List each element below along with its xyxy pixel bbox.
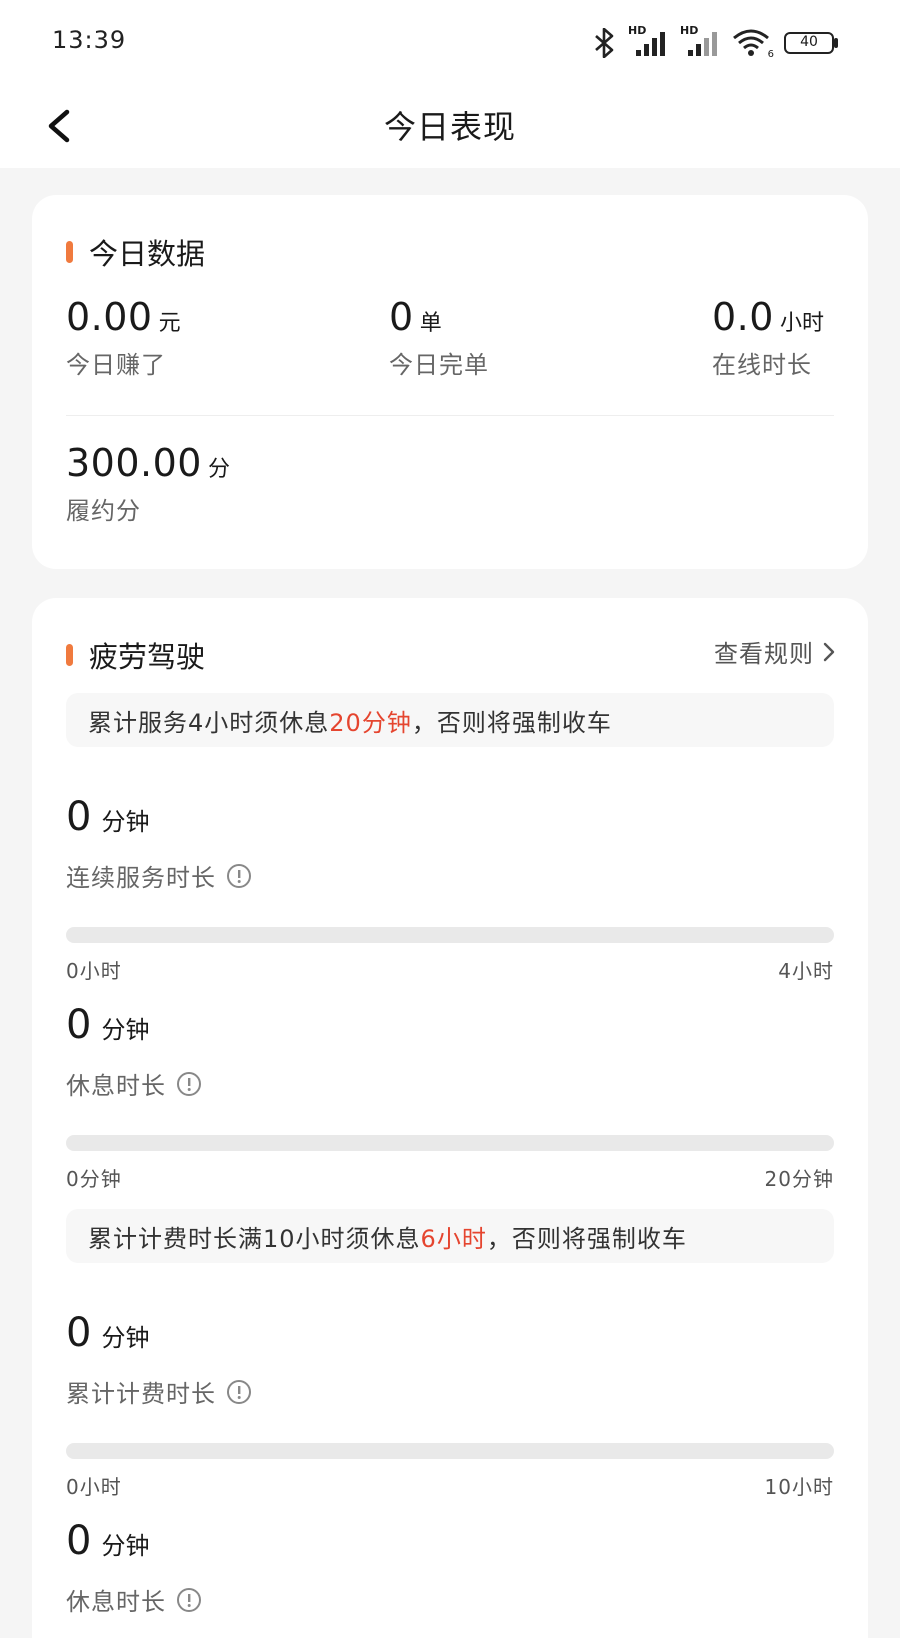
view-rules-link[interactable]: 查看规则 (714, 634, 836, 669)
progress-bar (66, 1135, 834, 1151)
scale-min: 0小时 (66, 959, 122, 983)
today-data-card: 今日数据 0.00 元 今日赚了 0单 今日完单 0.0 小时 在线时长 300.0… (32, 195, 868, 569)
metric-value: 0 (66, 1310, 92, 1356)
stat-orders: 0单 今日完单 (389, 295, 489, 380)
metric-rest-time: 0 分钟 休息时长 0分钟 20分钟 (66, 1002, 834, 1192)
stat-unit: 元 (158, 311, 181, 336)
stat-online: 0.0 小时 在线时长 (712, 295, 824, 380)
stat-unit: 小时 (779, 311, 824, 336)
status-time: 13:39 (52, 26, 127, 54)
info-icon[interactable] (176, 1071, 202, 1097)
fatigue-header: 疲劳驾驶 (66, 634, 205, 676)
metric-value: 0 (66, 1002, 92, 1048)
signal-icon-1: HD (628, 24, 670, 58)
metric-label: 连续服务时长 (66, 864, 216, 892)
metric-label: 休息时长 (66, 1072, 166, 1100)
notice-text: 累计计费时长满10小时须休息 (88, 1224, 421, 1253)
page-title: 今日表现 (383, 108, 516, 146)
metric-value: 0 (66, 794, 92, 840)
accent-bar (66, 644, 73, 666)
wifi-icon: 6 (732, 28, 774, 60)
nav-bar: 今日表现 (0, 84, 900, 168)
fatigue-driving-card: 疲劳驾驶 查看规则 累计服务4小时须休息 20分钟 ，否则将强制收车 0 分钟 连续服… (32, 598, 868, 1638)
metric-unit: 分钟 (101, 1016, 150, 1044)
progress-bar (66, 927, 834, 943)
stat-unit: 单 (419, 311, 442, 336)
divider (66, 415, 834, 416)
metric-unit: 分钟 (101, 808, 150, 836)
scale-min: 0小时 (66, 1475, 122, 1499)
notice-text: ，否则将强制收车 (411, 708, 612, 737)
metric-unit: 分钟 (101, 1324, 150, 1352)
view-rules-label: 查看规则 (714, 640, 814, 668)
stat-label: 今日赚了 (66, 351, 166, 379)
metric-value: 0 (66, 1518, 92, 1564)
metric-billing-time: 0 分钟 累计计费时长 0小时 10小时 (66, 1310, 834, 1500)
stat-value: 0.00 (66, 295, 153, 339)
metric-unit: 分钟 (101, 1532, 150, 1560)
notice-text: ，否则将强制收车 (486, 1224, 687, 1253)
stat-label: 在线时长 (712, 351, 812, 379)
accent-bar (66, 241, 73, 263)
stat-value: 0 (389, 295, 414, 339)
scale-max: 4小时 (778, 959, 834, 983)
today-data-header: 今日数据 (66, 231, 205, 273)
notice-highlight: 20分钟 (329, 708, 412, 737)
signal-icon-2: HD (680, 24, 722, 58)
stat-score: 300.00 分 履约分 (66, 441, 230, 526)
stat-value: 300.00 (66, 441, 202, 485)
status-icons: HD HD 6 40 (592, 24, 838, 60)
chevron-right-icon (823, 642, 835, 661)
progress-bar (66, 1443, 834, 1459)
stat-earned: 0.00 元 今日赚了 (66, 295, 181, 380)
bluetooth-icon (595, 28, 614, 58)
scale-max: 10小时 (764, 1475, 834, 1499)
notice-text: 累计服务4小时须休息 (88, 708, 330, 737)
stat-label: 履约分 (66, 497, 141, 525)
stat-label: 今日完单 (389, 351, 489, 379)
scale-max: 20分钟 (764, 1167, 834, 1191)
stat-unit: 分 (207, 457, 230, 482)
notice-highlight: 6小时 (420, 1224, 487, 1253)
metric-continuous-service: 0 分钟 连续服务时长 0小时 4小时 (66, 794, 834, 984)
notice-billing-rule: 累计计费时长满10小时须休息 6小时 ，否则将强制收车 (66, 1209, 834, 1263)
info-icon[interactable] (226, 863, 252, 889)
info-icon[interactable] (226, 1379, 252, 1405)
status-bar: 13:39 HD HD 6 40 (0, 0, 900, 84)
battery-icon: 40 (784, 32, 838, 54)
metric-rest-time-2: 0 分钟 休息时长 (66, 1518, 834, 1617)
notice-service-rule: 累计服务4小时须休息 20分钟 ，否则将强制收车 (66, 693, 834, 747)
scale-min: 0分钟 (66, 1167, 122, 1191)
section-title: 今日数据 (89, 237, 206, 271)
stat-value: 0.0 (712, 295, 774, 339)
metric-label: 累计计费时长 (66, 1380, 216, 1408)
section-title: 疲劳驾驶 (89, 640, 206, 674)
